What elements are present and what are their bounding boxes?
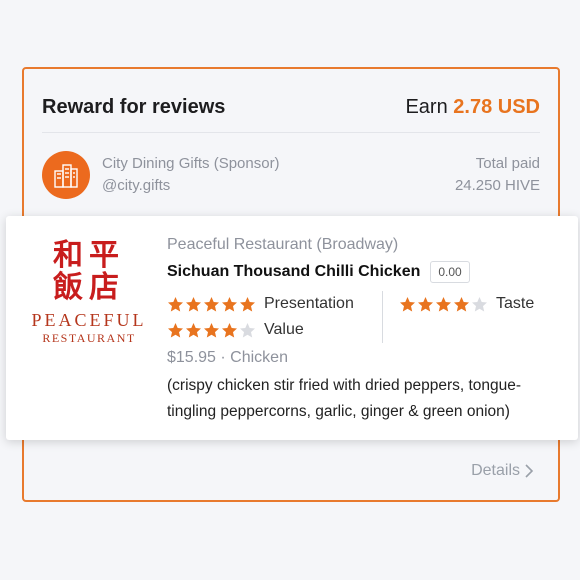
star-icon xyxy=(168,322,183,337)
star-icon xyxy=(168,296,183,311)
star-icon xyxy=(472,296,487,311)
sponsor-row[interactable]: City Dining Gifts (Sponsor) @city.gifts … xyxy=(42,149,540,201)
rating-label: Presentation xyxy=(264,295,354,312)
ratings-right: Taste xyxy=(383,291,534,343)
star-icon xyxy=(454,296,469,311)
details-link[interactable]: Details xyxy=(471,462,534,480)
rating-value: Value xyxy=(167,317,382,343)
dish-name[interactable]: Sichuan Thousand Chilli Chicken xyxy=(167,263,420,281)
stars xyxy=(167,322,256,339)
building-icon[interactable] xyxy=(42,151,90,199)
ratings-left: Presentation Value xyxy=(167,291,383,343)
star-icon xyxy=(222,296,237,311)
logo-chars-top: 和平 xyxy=(53,238,125,273)
total-paid-label: Total paid xyxy=(475,155,540,172)
dish-description: (crispy chicken stir fried with dried pe… xyxy=(167,377,522,420)
rating-label: Taste xyxy=(496,295,535,312)
rating-presentation: Presentation xyxy=(167,291,382,317)
star-icon xyxy=(400,296,415,311)
sponsor-handle[interactable]: @city.gifts xyxy=(102,175,455,197)
rating-taste: Taste xyxy=(399,291,534,317)
earn-label: Earn 2.78 USD xyxy=(405,96,540,119)
price-row: $15.95 · Chicken xyxy=(167,347,560,369)
logo-line2: RESTAURANT xyxy=(42,331,136,345)
star-icon xyxy=(240,296,255,311)
dish-row: Sichuan Thousand Chilli Chicken 0.00 xyxy=(167,261,560,283)
dish-card[interactable]: 和平 飯店 PEACEFUL RESTAURANT Peaceful Resta… xyxy=(6,216,578,440)
star-icon xyxy=(186,296,201,311)
reward-title: Reward for reviews xyxy=(42,96,226,118)
rating-label: Value xyxy=(264,321,304,338)
price: $15.95 xyxy=(167,349,216,366)
total-paid-value: 24.250 HIVE xyxy=(454,177,540,194)
category: Chicken xyxy=(230,349,288,366)
score-badge: 0.00 xyxy=(430,261,470,283)
restaurant-name[interactable]: Peaceful Restaurant (Broadway) xyxy=(167,234,560,256)
star-icon xyxy=(186,322,201,337)
sponsor-text: City Dining Gifts (Sponsor) @city.gifts xyxy=(102,153,455,197)
chevron-right-icon xyxy=(525,464,534,478)
earn-text: Earn xyxy=(405,96,448,118)
separator-dot: · xyxy=(220,349,226,366)
star-icon xyxy=(204,322,219,337)
star-icon xyxy=(240,322,255,337)
ratings: Presentation Value Taste xyxy=(167,291,560,343)
star-icon xyxy=(222,322,237,337)
stars xyxy=(167,296,256,313)
star-icon xyxy=(436,296,451,311)
reward-header: Reward for reviews Earn 2.78 USD xyxy=(42,91,540,133)
restaurant-logo: 和平 飯店 PEACEFUL RESTAURANT xyxy=(30,240,148,352)
details-label[interactable]: Details xyxy=(471,462,520,480)
stars xyxy=(399,296,488,313)
star-icon xyxy=(418,296,433,311)
dish-info: Peaceful Restaurant (Broadway) Sichuan T… xyxy=(167,234,560,425)
logo-line1: PEACEFUL xyxy=(31,310,147,330)
earn-amount: 2.78 USD xyxy=(453,96,540,118)
star-icon xyxy=(204,296,219,311)
sponsor-name[interactable]: City Dining Gifts (Sponsor) xyxy=(102,153,455,175)
total-paid: Total paid 24.250 HIVE xyxy=(455,153,540,197)
logo-chars-bottom: 飯店 xyxy=(53,270,125,305)
